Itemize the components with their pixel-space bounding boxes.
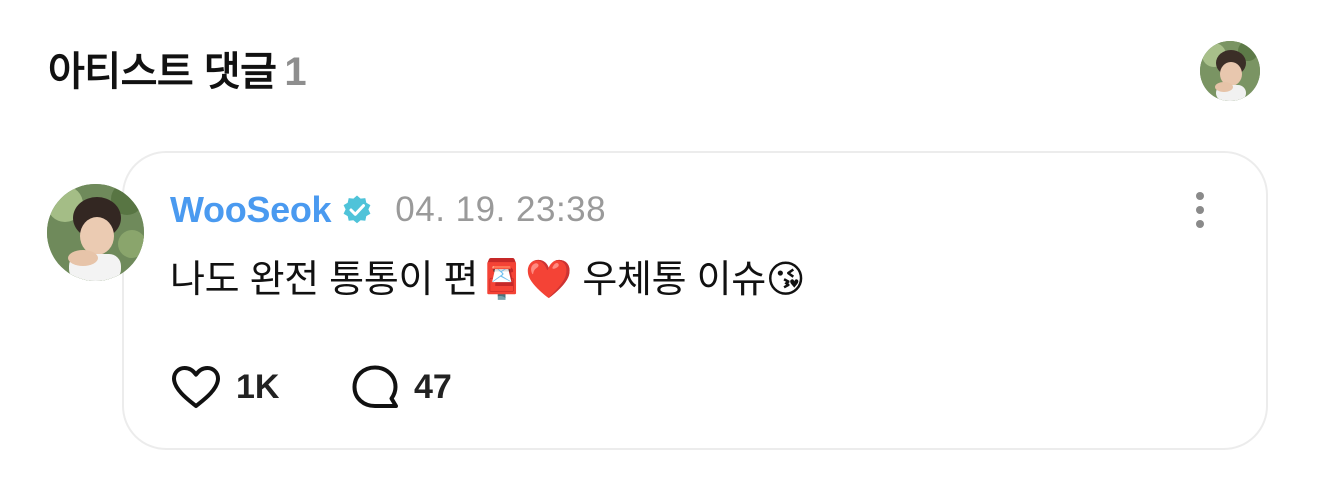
comment-body: 나도 완전 통통이 편📮❤️ 우체통 이슈😘 bbox=[170, 259, 806, 301]
comment-actions: 1K 47 bbox=[170, 362, 452, 412]
reply-count: 47 bbox=[414, 367, 452, 406]
author-avatar-image bbox=[47, 184, 144, 281]
like-count: 1K bbox=[236, 367, 280, 406]
reply-button[interactable]: 47 bbox=[350, 363, 452, 411]
comment-meta: WooSeok 04. 19. 23:38 bbox=[170, 186, 606, 234]
comment-bubble-icon bbox=[352, 365, 398, 408]
page-title-label: 아티스트 댓글 bbox=[48, 50, 277, 94]
verified-badge-icon bbox=[341, 194, 373, 226]
user-avatar[interactable] bbox=[1200, 41, 1260, 101]
like-button[interactable]: 1K bbox=[170, 364, 350, 410]
comment-timestamp: 04. 19. 23:38 bbox=[395, 190, 607, 229]
comment-author-name[interactable]: WooSeok bbox=[170, 189, 332, 231]
heart-icon bbox=[172, 366, 220, 408]
more-options-button[interactable] bbox=[1184, 188, 1216, 232]
comment-author-avatar[interactable] bbox=[47, 184, 144, 281]
page-title: 아티스트 댓글 1 bbox=[48, 44, 307, 100]
more-vertical-icon bbox=[1196, 192, 1204, 228]
avatar-image bbox=[1200, 41, 1260, 101]
comment-count: 1 bbox=[284, 50, 307, 94]
